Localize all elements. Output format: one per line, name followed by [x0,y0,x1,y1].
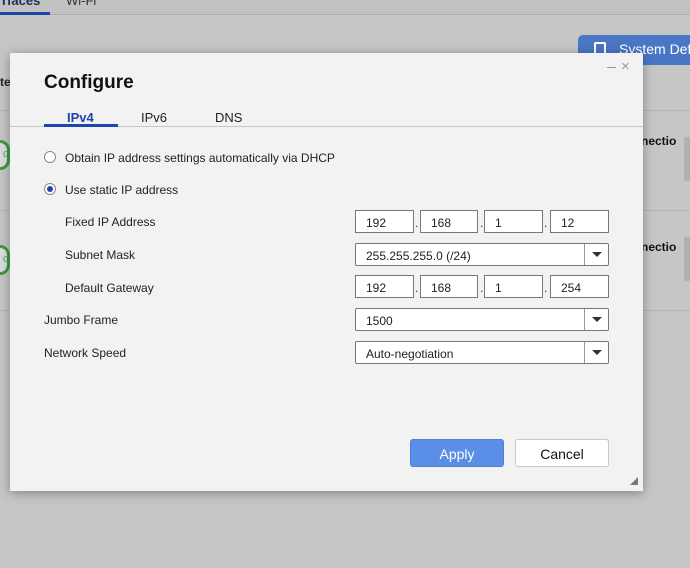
default-gateway-label: Default Gateway [65,281,154,295]
fixed-ip-label: Fixed IP Address [65,215,156,229]
tab-ipv6[interactable]: IPv6 [141,110,167,125]
adapter-status-icon: G [0,245,10,275]
fixed-ip-octet-4[interactable]: 12 [550,210,609,233]
gateway-octet-3[interactable]: 1 [484,275,543,298]
subnet-mask-value: 255.255.255.0 (/24) [366,249,471,263]
tab-ipv4[interactable]: IPv4 [67,110,94,125]
octet-separator: . [415,216,419,230]
fixed-ip-octet-2[interactable]: 168 [420,210,478,233]
row-scroll-handle[interactable] [684,137,690,181]
tab-wifi[interactable]: Wi-Fi [66,0,96,8]
fixed-ip-octet-3[interactable]: 1 [484,210,543,233]
octet-separator: . [480,216,484,230]
background-tab-bar: rfaces Wi-Fi [0,0,690,15]
network-speed-select[interactable]: Auto-negotiation [355,341,609,364]
minimize-icon[interactable] [607,67,616,68]
active-tab-indicator [44,124,118,127]
tab-dns[interactable]: DNS [215,110,242,125]
octet-separator: . [544,281,548,295]
fixed-ip-octet-1[interactable]: 192 [355,210,414,233]
connection-status-label: nectio [641,240,677,254]
cancel-button[interactable]: Cancel [515,439,609,467]
jumbo-frame-label: Jumbo Frame [44,313,119,327]
row-scroll-handle[interactable] [684,237,690,281]
subnet-mask-label: Subnet Mask [65,248,136,262]
dialog-title: Configure [44,72,134,93]
octet-separator: . [480,281,484,295]
resize-handle-icon[interactable] [630,477,638,485]
chevron-down-icon[interactable] [584,342,608,363]
dhcp-label[interactable]: Obtain IP address settings automatically… [65,151,335,165]
chevron-down-icon[interactable] [584,244,608,265]
dhcp-radio[interactable] [44,151,56,163]
gateway-octet-4[interactable]: 254 [550,275,609,298]
network-speed-label: Network Speed [44,346,127,360]
connection-status-label: nectio [641,134,677,148]
configure-dialog: Configure × IPv4 IPv6 DNS Obtain IP addr… [10,53,643,491]
close-icon[interactable]: × [621,58,630,75]
jumbo-frame-select[interactable]: 1500 [355,308,609,331]
static-ip-label[interactable]: Use static IP address [65,183,178,197]
gateway-octet-1[interactable]: 192 [355,275,414,298]
adapter-status-icon: G [0,140,10,170]
chevron-down-icon[interactable] [584,309,608,330]
subnet-mask-select[interactable]: 255.255.255.0 (/24) [355,243,609,266]
apply-button[interactable]: Apply [410,439,504,467]
tab-interfaces[interactable]: rfaces [2,0,40,8]
octet-separator: . [544,216,548,230]
static-ip-radio[interactable] [44,183,56,195]
jumbo-frame-value: 1500 [366,314,393,328]
octet-separator: . [415,281,419,295]
protocol-tabs: IPv4 IPv6 DNS [10,106,643,127]
gateway-octet-2[interactable]: 168 [420,275,478,298]
active-tab-indicator [0,12,50,15]
network-speed-value: Auto-negotiation [366,347,454,361]
